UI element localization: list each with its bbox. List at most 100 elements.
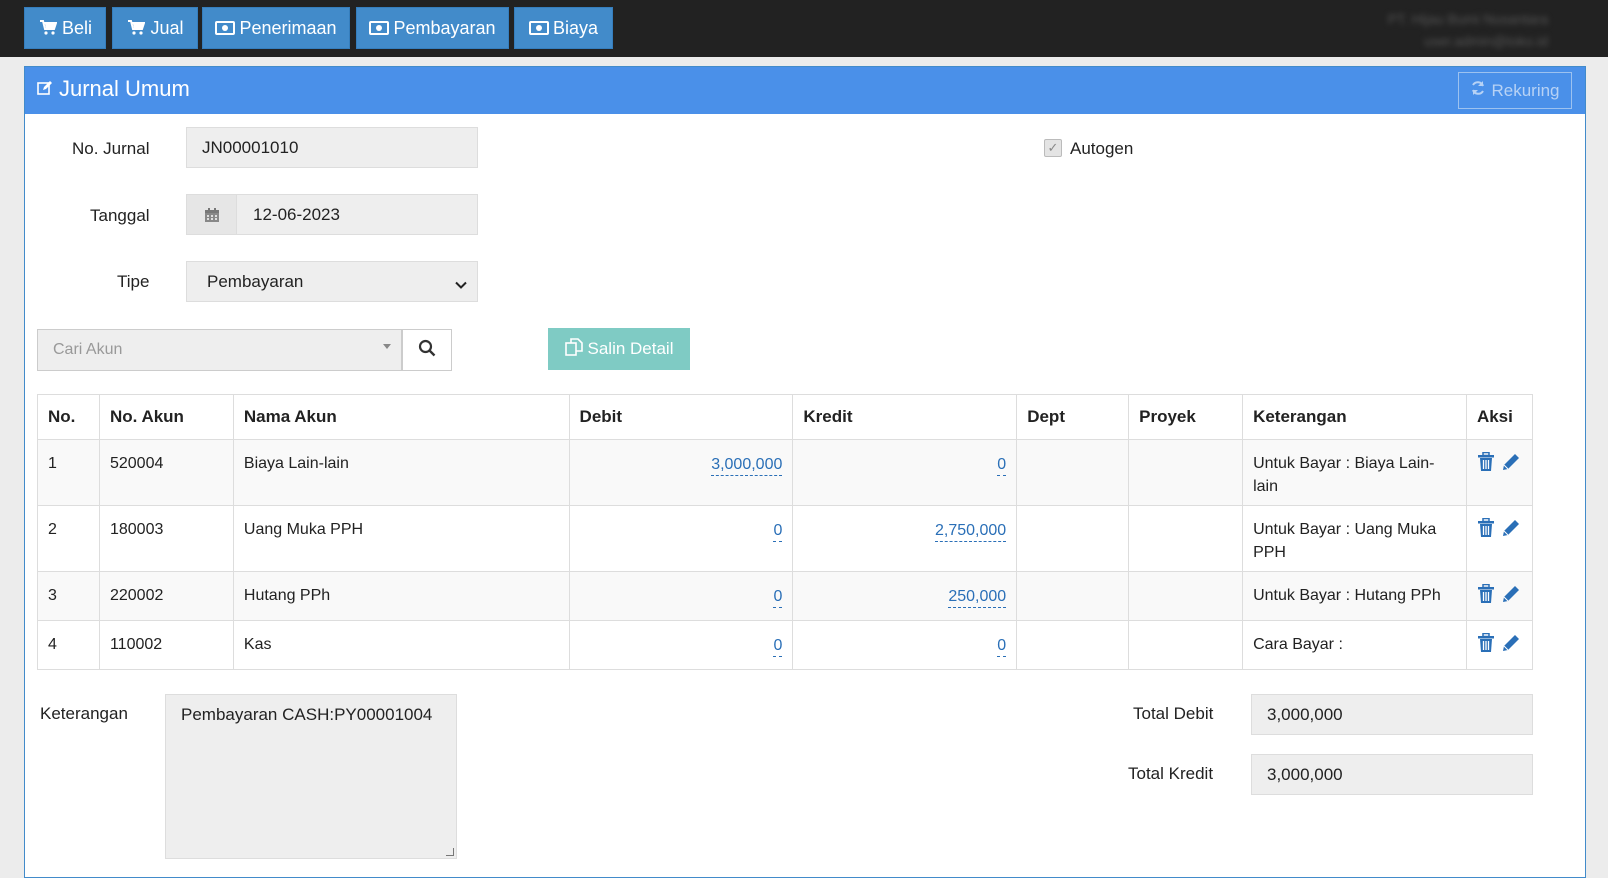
salin-detail-label: Salin Detail bbox=[587, 339, 674, 358]
trash-icon[interactable] bbox=[1477, 451, 1497, 472]
no-jurnal-input[interactable]: JN00001010 bbox=[186, 127, 478, 168]
biaya-label: Biaya bbox=[552, 17, 599, 38]
beli-label: Beli bbox=[61, 17, 92, 38]
jurnal-detail-table: No. No. Akun Nama Akun Debit Kredit Dept… bbox=[37, 394, 1534, 670]
cell-dept bbox=[1016, 620, 1130, 670]
money-icon bbox=[369, 19, 390, 37]
cell-no-akun: 220002 bbox=[98, 571, 234, 621]
table-row: 3 220002 Hutang PPh 0 250,000 Untuk Baya… bbox=[37, 571, 1534, 621]
edit-icon bbox=[37, 76, 53, 102]
debit-editable[interactable]: 0 bbox=[773, 521, 783, 542]
search-icon bbox=[418, 339, 436, 362]
debit-editable[interactable]: 0 bbox=[773, 636, 783, 657]
pencil-icon[interactable] bbox=[1501, 584, 1521, 604]
col-header-no[interactable]: No. bbox=[37, 394, 100, 440]
pembayaran-button[interactable]: Pembayaran bbox=[356, 7, 509, 49]
col-header-debit[interactable]: Debit bbox=[568, 394, 794, 440]
cell-keterangan: Untuk Bayar : Hutang PPh bbox=[1242, 571, 1467, 621]
cell-proyek bbox=[1128, 571, 1244, 621]
trash-icon[interactable] bbox=[1477, 517, 1497, 538]
kredit-editable[interactable]: 2,750,000 bbox=[935, 521, 1007, 542]
money-icon bbox=[528, 19, 549, 37]
cell-no-akun: 180003 bbox=[98, 505, 234, 572]
cell-dept bbox=[1016, 571, 1130, 621]
page-title: Jurnal Umum bbox=[37, 76, 190, 102]
cell-nama-akun: Hutang PPh bbox=[232, 571, 570, 621]
penerimaan-button[interactable]: Penerimaan bbox=[202, 7, 350, 49]
no-jurnal-value: JN00001010 bbox=[202, 137, 299, 157]
pencil-icon[interactable] bbox=[1501, 633, 1521, 653]
rekuring-label: Rekuring bbox=[1491, 80, 1560, 100]
keterangan-value: Pembayaran CASH:PY00001004 bbox=[181, 705, 433, 724]
kredit-editable[interactable]: 250,000 bbox=[948, 587, 1007, 608]
cell-dept bbox=[1016, 439, 1130, 506]
top-navbar: Beli Jual Penerimaan Pembayaran Biaya PT… bbox=[0, 0, 1608, 57]
penerimaan-label: Penerimaan bbox=[239, 17, 337, 38]
cell-keterangan: Cara Bayar : bbox=[1242, 620, 1467, 670]
trash-icon[interactable] bbox=[1477, 583, 1497, 604]
cari-akun-select[interactable]: Cari Akun bbox=[37, 329, 402, 371]
cell-no: 1 bbox=[37, 439, 100, 506]
keterangan-textarea[interactable]: Pembayaran CASH:PY00001004 bbox=[165, 694, 457, 859]
jurnal-panel: Jurnal Umum Rekuring No. Jurnal JN000010… bbox=[24, 66, 1586, 878]
jual-label: Jual bbox=[150, 17, 184, 38]
cell-proyek bbox=[1128, 620, 1244, 670]
table-row: 2 180003 Uang Muka PPH 0 2,750,000 Untuk… bbox=[37, 505, 1534, 572]
cell-dept bbox=[1016, 505, 1130, 572]
page-title-text: Jurnal Umum bbox=[59, 76, 190, 101]
kredit-editable[interactable]: 0 bbox=[997, 636, 1007, 657]
kredit-editable[interactable]: 0 bbox=[997, 455, 1007, 476]
cell-no: 3 bbox=[37, 571, 100, 621]
chevron-down-icon bbox=[455, 276, 467, 296]
cell-keterangan: Untuk Bayar : Biaya Lain-lain bbox=[1242, 439, 1467, 506]
col-header-no-akun[interactable]: No. Akun bbox=[98, 394, 234, 440]
tipe-select[interactable]: Pembayaran bbox=[186, 261, 478, 302]
money-icon bbox=[215, 19, 236, 37]
search-button[interactable] bbox=[402, 329, 452, 371]
col-header-keterangan[interactable]: Keterangan bbox=[1242, 394, 1467, 440]
keterangan-label: Keterangan bbox=[40, 704, 128, 723]
trash-icon[interactable] bbox=[1477, 632, 1497, 653]
tipe-value: Pembayaran bbox=[207, 271, 304, 291]
calendar-icon[interactable] bbox=[187, 195, 237, 234]
rekuring-button[interactable]: Rekuring bbox=[1458, 72, 1572, 109]
cell-proyek bbox=[1128, 505, 1244, 572]
col-header-aksi: Aksi bbox=[1465, 394, 1534, 440]
jual-button[interactable]: Jual bbox=[112, 7, 198, 49]
autogen-label: Autogen bbox=[1070, 139, 1134, 158]
total-debit-label: Total Debit bbox=[1133, 704, 1214, 723]
pencil-icon[interactable] bbox=[1501, 518, 1521, 538]
cell-no-akun: 110002 bbox=[98, 620, 234, 670]
debit-editable[interactable]: 0 bbox=[773, 587, 783, 608]
debit-editable[interactable]: 3,000,000 bbox=[711, 455, 783, 476]
salin-detail-button[interactable]: Salin Detail bbox=[548, 328, 690, 370]
tanggal-input[interactable]: 12-06-2023 bbox=[186, 194, 478, 235]
total-kredit-label: Total Kredit bbox=[1128, 764, 1214, 783]
cell-nama-akun: Kas bbox=[232, 620, 570, 670]
user-email: user.admin@toko.id bbox=[1424, 33, 1548, 49]
pencil-icon[interactable] bbox=[1501, 452, 1521, 472]
resize-handle-icon[interactable] bbox=[446, 848, 454, 856]
cell-no-akun: 520004 bbox=[98, 439, 234, 506]
tipe-label: Tipe bbox=[117, 272, 150, 291]
user-info[interactable]: PT. Hijau Bumi Nusantara user.admin@toko… bbox=[1388, 8, 1548, 52]
table-row: 4 110002 Kas 0 0 Cara Bayar : bbox=[37, 620, 1534, 670]
beli-button[interactable]: Beli bbox=[24, 7, 106, 49]
total-debit-field: 3,000,000 bbox=[1251, 694, 1533, 735]
col-header-nama-akun[interactable]: Nama Akun bbox=[232, 394, 570, 440]
autogen-checkbox[interactable]: ✓ bbox=[1044, 139, 1062, 157]
col-header-kredit[interactable]: Kredit bbox=[792, 394, 1018, 440]
cell-no: 2 bbox=[37, 505, 100, 572]
user-company: PT. Hijau Bumi Nusantara bbox=[1387, 11, 1548, 27]
col-header-dept[interactable]: Dept bbox=[1016, 394, 1130, 440]
col-header-proyek[interactable]: Proyek bbox=[1128, 394, 1244, 440]
panel-header: Jurnal Umum Rekuring bbox=[25, 67, 1585, 114]
biaya-button[interactable]: Biaya bbox=[514, 7, 613, 49]
cell-nama-akun: Uang Muka PPH bbox=[232, 505, 570, 572]
table-header-row: No. No. Akun Nama Akun Debit Kredit Dept… bbox=[37, 394, 1534, 440]
copy-icon bbox=[564, 337, 583, 361]
table-row: 1 520004 Biaya Lain-lain 3,000,000 0 Unt… bbox=[37, 439, 1534, 506]
cart-icon bbox=[126, 19, 146, 37]
tanggal-label: Tanggal bbox=[90, 206, 150, 225]
cart-icon bbox=[38, 19, 58, 37]
